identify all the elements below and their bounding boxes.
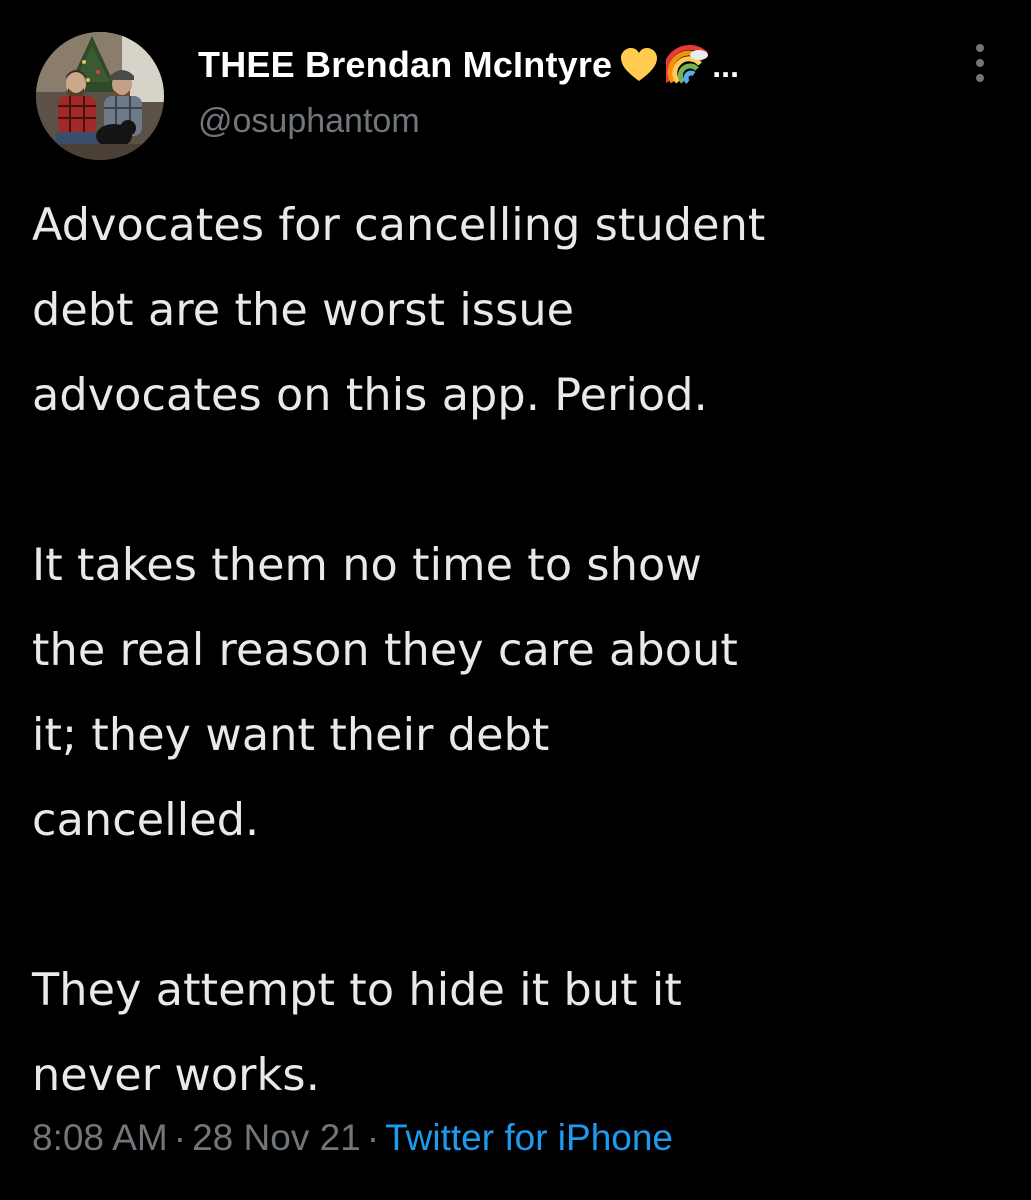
tweet-line: Advocates for cancelling student [32,200,766,251]
tweet-time[interactable]: 8:08 AM [32,1117,168,1158]
tweet-date[interactable]: 28 Nov 21 [192,1117,361,1158]
tweet-line: It takes them no time to show [32,540,702,591]
avatar[interactable] [36,32,164,160]
more-options-button[interactable] [966,40,994,86]
tweet-text: Advocates for cancelling student debt ar… [32,183,1007,1118]
tweet-paragraph: It takes them no time to show the real r… [32,523,1007,863]
avatar-photo [36,32,164,160]
vertical-dots-icon [976,44,984,82]
tweet-paragraph: Advocates for cancelling student debt ar… [32,183,1007,438]
author-name-row[interactable]: THEE Brendan McIntyre ... [198,40,739,90]
tweet-line: debt are the worst issue [32,285,575,336]
author-handle[interactable]: @osuphantom [198,102,420,141]
tweet-metadata: 8:08 AM · 28 Nov 21 · Twitter for iPhone [32,1117,673,1159]
rainbow-icon [666,44,709,86]
tweet-line: the real reason they care about [32,625,738,676]
tweet-line: They attempt to hide it but it [32,965,682,1016]
name-truncation: ... [712,47,739,84]
tweet-source-link[interactable]: Twitter for iPhone [385,1117,673,1158]
yellow-heart-icon [618,44,660,86]
tweet-line: advocates on this app. Period. [32,370,708,421]
author-display-name[interactable]: THEE Brendan McIntyre [198,44,612,86]
meta-separator: · [366,1117,380,1158]
meta-separator: · [173,1117,187,1158]
tweet-line: never works. [32,1050,320,1101]
tweet-line: it; they want their debt [32,710,550,761]
tweet: THEE Brendan McIntyre ... @osuphantom Ad… [0,0,1031,1200]
tweet-paragraph: They attempt to hide it but it never wor… [32,948,1007,1118]
tweet-line: cancelled. [32,795,260,846]
